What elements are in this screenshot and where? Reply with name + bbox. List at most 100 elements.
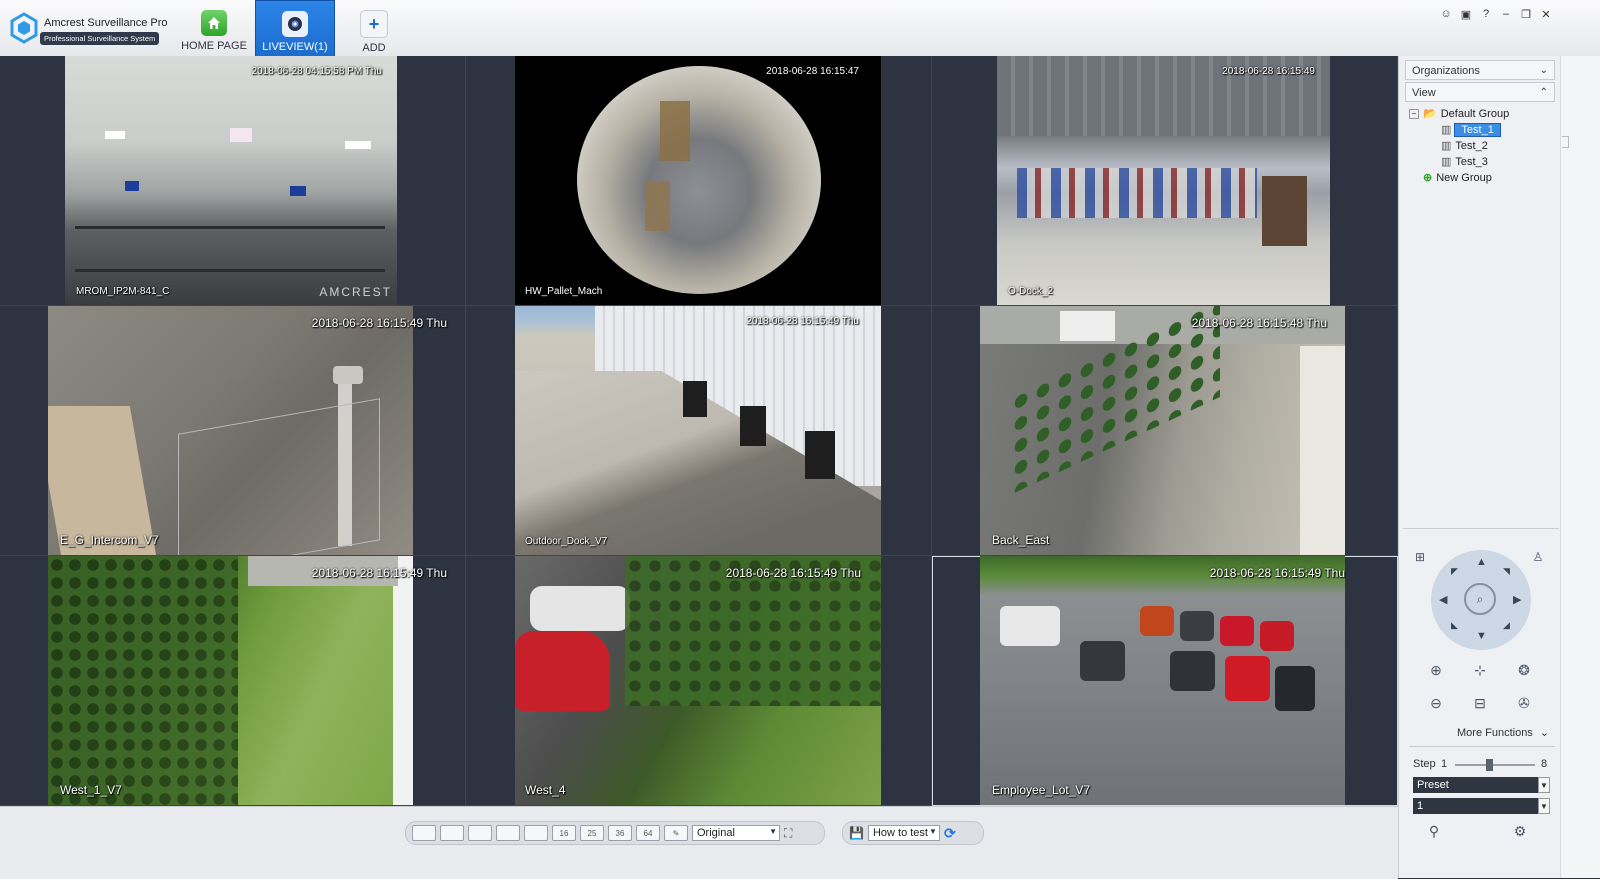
chevron-down-icon: ▼ <box>1538 798 1550 814</box>
organizations-header[interactable]: Organizations ⌄ <box>1405 60 1555 80</box>
user-icon[interactable]: ☺ <box>1438 8 1454 20</box>
camera-name: O-Dock_2 <box>1008 286 1054 297</box>
video-feed <box>515 56 881 305</box>
refresh-icon[interactable]: ⟳ <box>944 825 956 842</box>
amcrest-watermark: AMCREST <box>319 285 392 299</box>
camera-timestamp: 2018-06-28 16:15:48 Thu <box>1191 316 1327 330</box>
camera-timestamp: 2018-06-28 16:15:49 Thu <box>311 566 447 580</box>
chevron-down-icon: ⌄ <box>1539 65 1548 76</box>
layout-1-button[interactable] <box>412 825 436 841</box>
collapse-icon[interactable]: − <box>1409 108 1419 119</box>
more-functions-label: More Functions <box>1457 727 1533 739</box>
chevron-up-icon: ⌃ <box>1539 87 1548 98</box>
camera-timestamp: 2018-06-28 16:15:47 <box>766 66 859 77</box>
chevron-down-icon: ▼ <box>929 827 937 836</box>
ptz-left-icon[interactable]: ◀ <box>1439 593 1447 606</box>
ptz-menu-icon[interactable]: ⊞ <box>1411 548 1429 566</box>
more-functions-toggle[interactable]: More Functions ⌄ <box>1457 726 1549 739</box>
step-slider-track[interactable] <box>1455 759 1535 771</box>
iris-open-icon[interactable]: ❂ <box>1515 661 1533 679</box>
video-feed <box>515 556 881 805</box>
edit-layout-icon[interactable]: ✎ <box>664 825 688 841</box>
camera-name: Outdoor_Dock_V7 <box>525 536 608 547</box>
camera-name: HW_Pallet_Mach <box>525 286 603 297</box>
view-label: View <box>1412 87 1436 99</box>
camera-tile[interactable]: 2018-06-28 16:15:49 Thu West_1_V7 <box>0 556 466 806</box>
ptz-up-icon[interactable]: ▲ <box>1476 556 1487 568</box>
tree-item-default-group[interactable]: − 📂 Default Group <box>1409 106 1509 121</box>
camera-tile[interactable]: 2018-06-28 16:15:49 Thu West_4 <box>466 556 932 806</box>
help-icon[interactable]: ? <box>1478 8 1494 20</box>
ptz-3d-zoom-icon[interactable]: ⌕ <box>1464 583 1496 615</box>
preset-number-value: 1 <box>1417 800 1424 812</box>
settings-gear-icon[interactable]: ⚙ <box>1511 822 1529 840</box>
live-video-grid: 2018-06-28 04:15:58 PM Thu MROM_IP2M-841… <box>0 56 1398 806</box>
close-icon[interactable]: ✕ <box>1538 8 1554 21</box>
divider <box>1409 746 1555 747</box>
camera-icon <box>282 11 308 37</box>
location-pin-icon[interactable]: ⚲ <box>1425 822 1443 840</box>
layout-6-button[interactable] <box>468 825 492 841</box>
zoom-in-icon[interactable]: ⊕ <box>1427 661 1445 679</box>
layout-9-button[interactable] <box>524 825 548 841</box>
display-mode-select[interactable]: Original ▼ <box>692 825 780 841</box>
camera-name: Employee_Lot_V7 <box>992 783 1091 797</box>
focus-near-icon[interactable]: ⊹ <box>1471 661 1489 679</box>
home-icon <box>201 10 227 36</box>
lock-icon[interactable]: ▣ <box>1458 8 1474 21</box>
ptz-right-icon[interactable]: ▶ <box>1513 593 1521 606</box>
test-select[interactable]: How to test ▼ <box>867 825 940 841</box>
tree-item-test-2[interactable]: ▥ Test_2 <box>1441 138 1488 153</box>
camera-tile[interactable]: 2018-06-28 04:15:58 PM Thu MROM_IP2M-841… <box>0 56 466 306</box>
save-icon[interactable]: 💾 <box>849 826 864 840</box>
video-feed <box>65 56 397 305</box>
camera-tile[interactable]: 2018-06-28 16:15:49 Thu Outdoor_Dock_V7 <box>466 306 932 556</box>
right-side-panel: Organizations ⌄ View ⌃ − 📂 Default Group… <box>1398 56 1561 878</box>
ptz-down-icon[interactable]: ▼ <box>1476 630 1487 642</box>
view-header[interactable]: View ⌃ <box>1405 82 1555 102</box>
video-feed <box>48 556 413 805</box>
ptz-up-right-icon[interactable]: ◥ <box>1503 566 1510 577</box>
step-slider-thumb[interactable] <box>1486 759 1494 771</box>
tab-home-page[interactable]: HOME PAGE <box>175 0 253 56</box>
title-bar: Amcrest Surveillance Pro Professional Su… <box>0 0 1600 58</box>
layout-8-button[interactable] <box>496 825 520 841</box>
camera-tile[interactable]: 2018-06-28 16:15:48 Thu Back_East <box>932 306 1398 556</box>
minimize-icon[interactable]: – <box>1498 8 1514 20</box>
focus-far-icon[interactable]: ⊟ <box>1471 694 1489 712</box>
preset-select[interactable]: Preset ▼ <box>1413 777 1550 793</box>
folder-icon: 📂 <box>1423 108 1437 120</box>
camera-tile-selected[interactable]: 2018-06-28 16:15:49 Thu Employee_Lot_V7 <box>932 556 1398 806</box>
ptz-user-icon[interactable]: ♙ <box>1529 548 1547 566</box>
tree-item-test-1[interactable]: ▥ Test_1 <box>1441 122 1501 137</box>
layout-36-button[interactable]: 36 <box>608 825 632 841</box>
tab-liveview[interactable]: LIVEVIEW(1) <box>255 0 335 58</box>
preset-number-select[interactable]: 1 ▼ <box>1413 798 1550 814</box>
layout-16-button[interactable]: 16 <box>552 825 576 841</box>
zoom-out-icon[interactable]: ⊖ <box>1427 694 1445 712</box>
camera-tile[interactable]: 2018-06-28 16:15:49 Thu E_G_Intercom_V7 <box>0 306 466 556</box>
ptz-direction-pad[interactable]: ▲ ▼ ◀ ▶ ◤ ◥ ◣ ◢ ⌕ <box>1431 550 1531 650</box>
ptz-down-left-icon[interactable]: ◣ <box>1451 620 1458 631</box>
view-icon: ▥ <box>1441 140 1452 152</box>
camera-name: West_4 <box>525 783 566 797</box>
camera-timestamp: 2018-06-28 16:15:49 Thu <box>746 316 859 327</box>
plus-icon: + <box>360 10 388 38</box>
tab-label: HOME PAGE <box>181 40 247 52</box>
view-toolbar: 💾 How to test ▼ ⟳ <box>842 821 984 845</box>
camera-tile[interactable]: 2018-06-28 16:15:49 O-Dock_2 <box>932 56 1398 306</box>
restore-icon[interactable]: ❐ <box>1518 8 1534 21</box>
view-icon: ▥ <box>1441 124 1452 136</box>
tree-item-test-3[interactable]: ▥ Test_3 <box>1441 154 1488 169</box>
fullscreen-icon[interactable]: ⛶ <box>784 826 792 841</box>
layout-4-button[interactable] <box>440 825 464 841</box>
camera-tile[interactable]: 2018-06-28 16:15:47 HW_Pallet_Mach <box>466 56 932 306</box>
iris-close-icon[interactable]: ✇ <box>1515 694 1533 712</box>
ptz-up-left-icon[interactable]: ◤ <box>1451 566 1458 577</box>
layout-64-button[interactable]: 64 <box>636 825 660 841</box>
layout-25-button[interactable]: 25 <box>580 825 604 841</box>
chevron-down-icon: ⌄ <box>1539 727 1550 739</box>
tree-item-new-group[interactable]: ⊕ New Group <box>1423 170 1492 185</box>
tab-add[interactable]: + ADD <box>335 0 413 56</box>
ptz-down-right-icon[interactable]: ◢ <box>1503 620 1510 631</box>
